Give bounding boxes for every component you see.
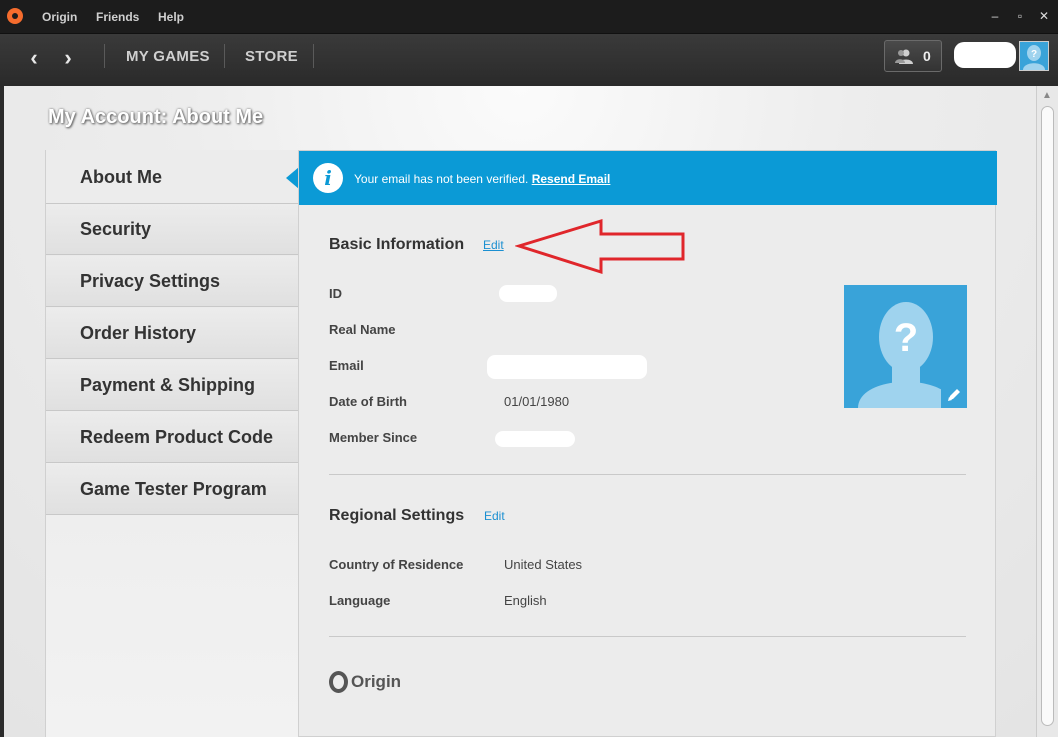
nav-store[interactable]: STORE <box>245 48 298 65</box>
section-divider <box>329 636 966 637</box>
sidebar-item-order-history[interactable]: Order History <box>46 308 299 359</box>
avatar-placeholder-icon: ? <box>1023 45 1045 70</box>
field-label-email: Email <box>329 358 364 373</box>
account-sidebar: About Me Security Privacy Settings Order… <box>45 150 299 737</box>
resend-email-link[interactable]: Resend Email <box>532 172 611 186</box>
annotation-arrow-icon <box>515 218 685 275</box>
sidebar-item-label: Security <box>80 219 152 239</box>
section-divider <box>329 474 966 475</box>
scroll-thumb[interactable] <box>1041 106 1054 726</box>
member-since-redacted <box>495 431 575 447</box>
navigation-bar: ‹ › MY GAMES STORE 0 ? <box>0 34 1058 86</box>
field-label-language: Language <box>329 593 391 608</box>
sidebar-item-about-me[interactable]: About Me <box>46 150 299 204</box>
sidebar-item-game-tester-program[interactable]: Game Tester Program <box>46 464 299 515</box>
sidebar-item-label: About Me <box>80 167 162 187</box>
back-button[interactable]: ‹ <box>22 46 46 70</box>
email-redacted <box>487 355 647 379</box>
sidebar-item-privacy-settings[interactable]: Privacy Settings <box>46 256 299 307</box>
sidebar-item-label: Redeem Product Code <box>80 427 274 447</box>
svg-text:?: ? <box>894 316 918 360</box>
country-value: United States <box>504 557 583 572</box>
title-bar: Origin Friends Help – ▫ ✕ <box>0 0 1058 34</box>
info-icon: i <box>313 163 343 193</box>
forward-button[interactable]: › <box>56 46 80 70</box>
field-label-country: Country of Residence <box>329 557 464 572</box>
menu-friends[interactable]: Friends <box>96 10 139 24</box>
page-title: My Account: About Me <box>48 106 264 128</box>
origin-logo-icon <box>329 671 348 693</box>
field-label-real-name: Real Name <box>329 322 396 337</box>
id-redacted <box>499 285 557 302</box>
sidebar-item-label: Order History <box>80 323 197 343</box>
sidebar-item-security[interactable]: Security <box>46 204 299 255</box>
field-label-member-since: Member Since <box>329 430 418 445</box>
sidebar-item-label: Game Tester Program <box>80 479 267 499</box>
menu-origin[interactable]: Origin <box>42 10 77 24</box>
basic-information-title: Basic Information <box>329 236 465 253</box>
menu-help[interactable]: Help <box>158 10 184 24</box>
regional-settings-title: Regional Settings <box>329 507 465 524</box>
origin-logo-icon[interactable] <box>7 8 23 24</box>
pencil-icon <box>948 389 960 401</box>
sidebar-item-label: Privacy Settings <box>80 271 221 291</box>
scrollbar[interactable]: ▲ <box>1036 86 1058 737</box>
friends-icon <box>895 49 913 64</box>
profile-picture[interactable]: ? <box>844 285 967 408</box>
nav-divider <box>104 44 105 68</box>
minimize-button[interactable]: – <box>985 8 1005 24</box>
maximize-button[interactable]: ▫ <box>1010 8 1030 24</box>
edit-avatar-button[interactable] <box>941 382 967 408</box>
language-value: English <box>504 593 547 608</box>
friends-count: 0 <box>923 48 931 64</box>
notice-message: Your email has not been verified. <box>354 172 529 186</box>
basic-information-edit-link[interactable]: Edit <box>483 238 504 252</box>
close-button[interactable]: ✕ <box>1034 8 1054 24</box>
sidebar-item-payment-shipping[interactable]: Payment & Shipping <box>46 360 299 411</box>
scroll-up-icon[interactable]: ▲ <box>1042 90 1052 101</box>
regional-settings-edit-link[interactable]: Edit <box>484 509 505 523</box>
origin-footer-logo: Origin <box>329 671 401 693</box>
email-verification-notice: i Your email has not been verified. Rese… <box>299 151 997 205</box>
sidebar-item-redeem-product-code[interactable]: Redeem Product Code <box>46 412 299 463</box>
sidebar-item-label: Payment & Shipping <box>80 375 256 395</box>
notice-text: Your email has not been verified. Resend… <box>354 172 610 186</box>
nav-my-games[interactable]: MY GAMES <box>126 48 210 65</box>
friends-button[interactable]: 0 <box>884 40 942 72</box>
nav-divider <box>313 44 314 68</box>
svg-text:?: ? <box>1031 49 1037 60</box>
field-label-id: ID <box>329 286 342 301</box>
user-avatar[interactable]: ? <box>1019 41 1049 71</box>
nav-divider <box>224 44 225 68</box>
username-redacted[interactable] <box>954 42 1016 68</box>
date-of-birth-value: 01/01/1980 <box>504 394 570 409</box>
field-label-date-of-birth: Date of Birth <box>329 394 407 409</box>
origin-logo-text: Origin <box>351 672 402 691</box>
